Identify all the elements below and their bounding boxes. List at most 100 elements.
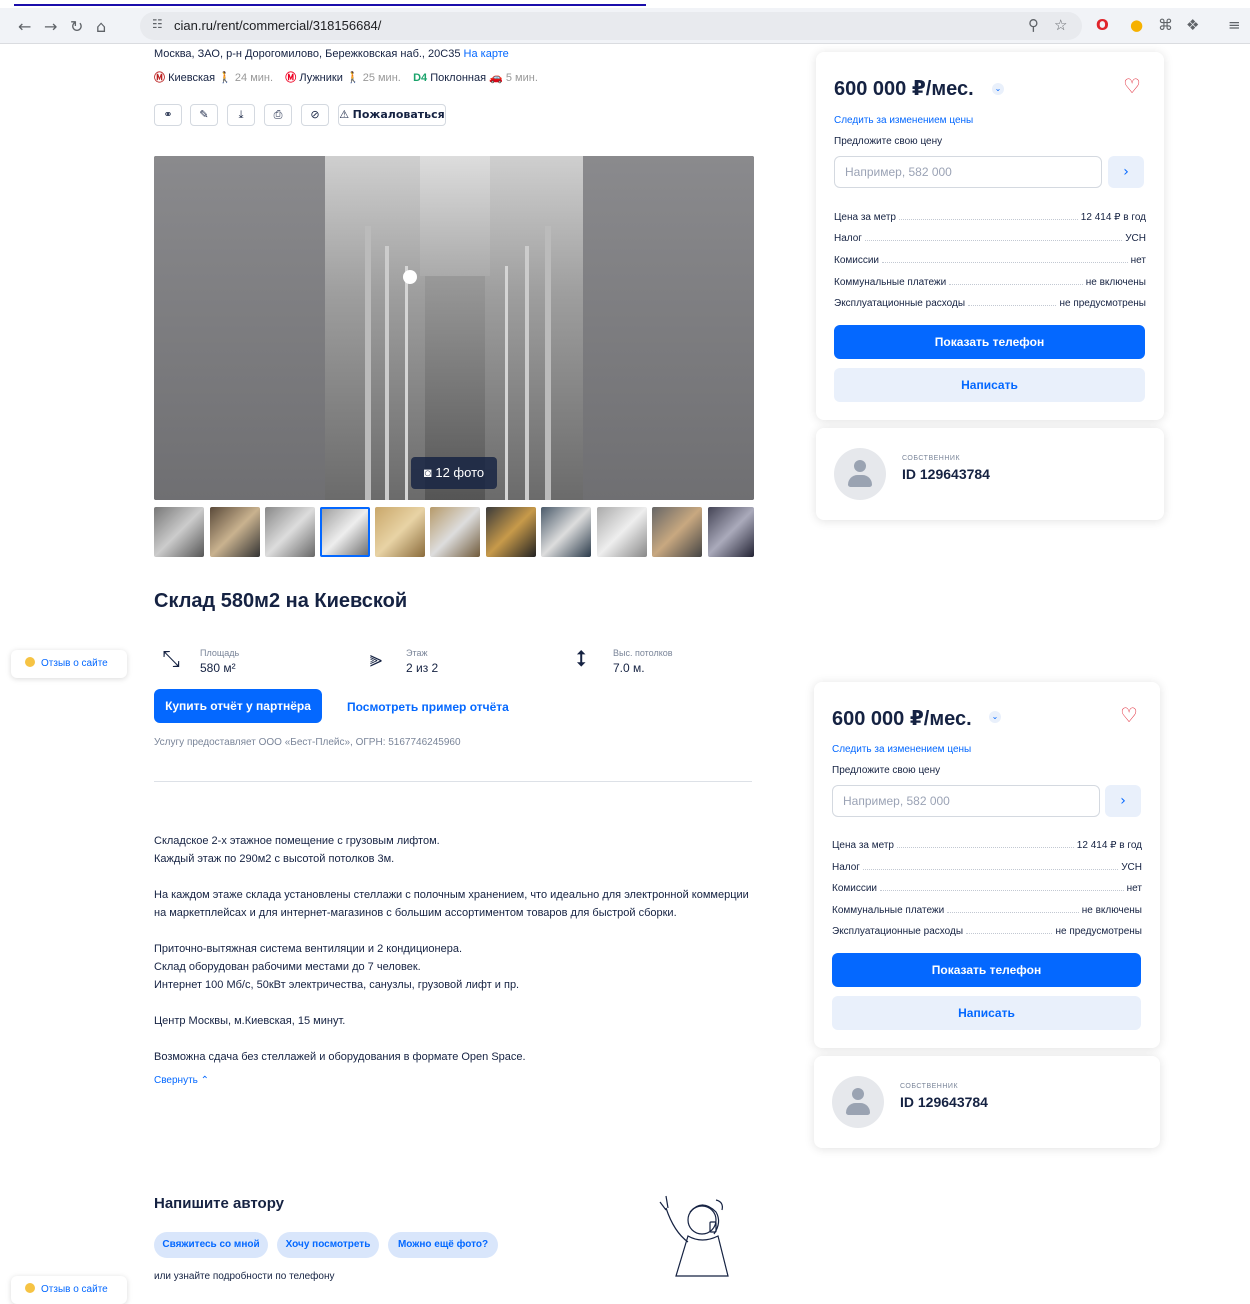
feature-label: Площадь <box>200 648 240 658</box>
feature-label: Этаж <box>406 648 428 658</box>
chevron-up-icon: ⌃ <box>200 1075 210 1086</box>
thumbnail[interactable] <box>652 507 702 557</box>
owner-card[interactable]: собственник ID 129643784 <box>816 428 1164 520</box>
description: Складское 2-х этажное помещение с грузов… <box>154 832 754 1088</box>
description-paragraph: Возможна сдача без стеллажей и оборудова… <box>154 1051 526 1063</box>
complain-label: Пожаловаться <box>352 108 445 121</box>
chevron-right-icon: › <box>1123 164 1129 180</box>
extensions-puzzle-icon[interactable]: ❖ <box>1186 16 1199 34</box>
metro-time: 24 мин. <box>234 72 274 84</box>
metro-time: 5 мин. <box>505 72 538 84</box>
address-bar[interactable]: ☷ cian.ru/rent/commercial/318156684/ <box>140 12 1082 40</box>
write-button[interactable]: Написать <box>834 368 1145 402</box>
owner-id: ID 129643784 <box>902 466 990 482</box>
metro-icon: Ⓜ <box>154 72 165 84</box>
price-detail-row: Эксплуатационные расходы не предусмотрены <box>832 926 1142 937</box>
price-detail-row: Коммунальные платежи не включены <box>834 277 1146 288</box>
thumbnail[interactable] <box>210 507 260 557</box>
metro-name[interactable]: Лужники <box>299 72 343 84</box>
thumbnail-selected[interactable] <box>320 507 370 557</box>
opera-extension-icon[interactable]: O <box>1096 16 1109 34</box>
download-icon: ⤓ <box>238 108 244 121</box>
chevron-down-icon[interactable]: ⌄ <box>989 711 1001 723</box>
price-card: 600 000 ₽/мес. ⌄ ♡ Следить за изменением… <box>816 52 1164 420</box>
thumbnail[interactable] <box>486 507 536 557</box>
edit-button[interactable]: ✎ <box>190 104 218 126</box>
download-button[interactable]: ⤓ <box>227 104 255 126</box>
price-detail-row: Налог УСН <box>832 862 1142 873</box>
metro-icon: Ⓜ <box>285 72 297 84</box>
thumbnail[interactable] <box>265 507 315 557</box>
price-detail-row: Комиссии нет <box>834 255 1146 266</box>
url-text: cian.ru/rent/commercial/318156684/ <box>174 18 382 33</box>
show-phone-button[interactable]: Показать телефон <box>832 953 1141 987</box>
offer-price-input[interactable]: Например, 582 000 <box>832 785 1100 817</box>
reload-icon[interactable]: ↻ <box>70 17 83 36</box>
description-paragraph: На каждом этаже склада установлены стелл… <box>154 889 749 919</box>
complain-button[interactable]: ⚠ Пожаловаться <box>338 104 446 126</box>
home-icon[interactable]: ⌂ <box>96 17 106 36</box>
track-price-link[interactable]: Следить за изменением цены <box>832 744 971 755</box>
map-link[interactable]: На карте <box>464 48 509 60</box>
address-line: Москва, ЗАО, р-н Дорогомилово, Бережковс… <box>154 48 509 60</box>
quick-message-pill[interactable]: Можно ещё фото? <box>388 1232 498 1258</box>
thumbnail[interactable] <box>597 507 647 557</box>
walk-icon: 🚶 <box>218 72 232 84</box>
feature-value: 7.0 м. <box>613 661 645 675</box>
zoom-icon[interactable]: ⚲ <box>1028 16 1039 34</box>
thumbnail[interactable] <box>154 507 204 557</box>
avatar <box>832 1076 884 1128</box>
phone-note: или узнайте подробности по телефону <box>154 1271 335 1282</box>
show-phone-button[interactable]: Показать телефон <box>834 325 1145 359</box>
write-button[interactable]: Написать <box>832 996 1141 1030</box>
gallery-blur-right <box>583 156 754 500</box>
heart-icon[interactable]: ♡ <box>1123 74 1141 98</box>
price: 600 000 ₽/мес. <box>832 708 972 730</box>
back-icon[interactable]: ← <box>18 17 31 36</box>
thumbnail[interactable] <box>430 507 480 557</box>
owner-card-sticky[interactable]: собственник ID 129643784 <box>814 1056 1160 1148</box>
track-price-link[interactable]: Следить за изменением цены <box>834 115 973 126</box>
heart-icon[interactable]: ♡ <box>1120 703 1138 727</box>
thumbnail[interactable] <box>375 507 425 557</box>
share-button[interactable]: ⚭ <box>154 104 182 126</box>
quick-message-pill[interactable]: Свяжитесь со мной <box>154 1232 268 1258</box>
site-feedback-button[interactable]: Отзыв о сайте <box>11 650 127 678</box>
quick-message-pill[interactable]: Хочу посмотреть <box>277 1232 379 1258</box>
price-detail-row: Цена за метр 12 414 ₽ в год <box>834 212 1146 223</box>
forward-icon[interactable]: → <box>44 17 57 36</box>
pencil-icon: ✎ <box>199 108 209 121</box>
photo-count-badge[interactable]: ◙ 12 фото <box>411 457 497 489</box>
submit-offer-button[interactable]: › <box>1105 785 1141 817</box>
thumbnail[interactable] <box>541 507 591 557</box>
photo-gallery[interactable] <box>154 156 754 500</box>
site-feedback-button[interactable]: Отзыв о сайте <box>11 1276 127 1304</box>
feature-value: 580 м² <box>200 661 236 675</box>
thumbnail[interactable] <box>708 507 754 557</box>
offer-price-input[interactable]: Например, 582 000 <box>834 156 1102 188</box>
sample-report-link[interactable]: Посмотреть пример отчёта <box>347 700 509 714</box>
submit-offer-button[interactable]: › <box>1108 156 1144 188</box>
metro-name[interactable]: Киевская <box>168 72 215 84</box>
extension-icon[interactable]: ● <box>1130 16 1143 34</box>
description-paragraph: Центр Москвы, м.Киевская, 15 минут. <box>154 1015 346 1027</box>
chevron-right-icon: › <box>1120 793 1126 809</box>
main-photo[interactable] <box>325 156 583 500</box>
bookmark-star-icon[interactable]: ☆ <box>1054 16 1067 34</box>
price-detail-row: Налог УСН <box>834 233 1146 244</box>
collapse-link[interactable]: Свернуть ⌃ <box>154 1075 209 1086</box>
warning-icon: ⚠ <box>339 108 350 121</box>
metro-line: Ⓜ Киевская 🚶 24 мин. Ⓜ Лужники 🚶 25 мин.… <box>154 69 538 85</box>
print-button[interactable]: ⎙ <box>264 104 292 126</box>
price-detail-row: Цена за метр 12 414 ₽ в год <box>832 840 1142 851</box>
site-settings-icon[interactable]: ☷ <box>152 17 163 31</box>
extension-icon-2[interactable]: ⌘ <box>1158 16 1173 34</box>
stairs-icon: ⫸ <box>369 647 383 672</box>
metro-name[interactable]: Поклонная <box>430 72 486 84</box>
chevron-down-icon[interactable]: ⌄ <box>992 83 1004 95</box>
camera-icon: ◙ <box>423 465 432 480</box>
buy-report-button[interactable]: Купить отчёт у партнёра <box>154 689 322 723</box>
hide-button[interactable]: ⊘ <box>301 104 329 126</box>
menu-icon[interactable]: ≡ <box>1228 16 1241 34</box>
printer-icon: ⎙ <box>273 108 283 121</box>
